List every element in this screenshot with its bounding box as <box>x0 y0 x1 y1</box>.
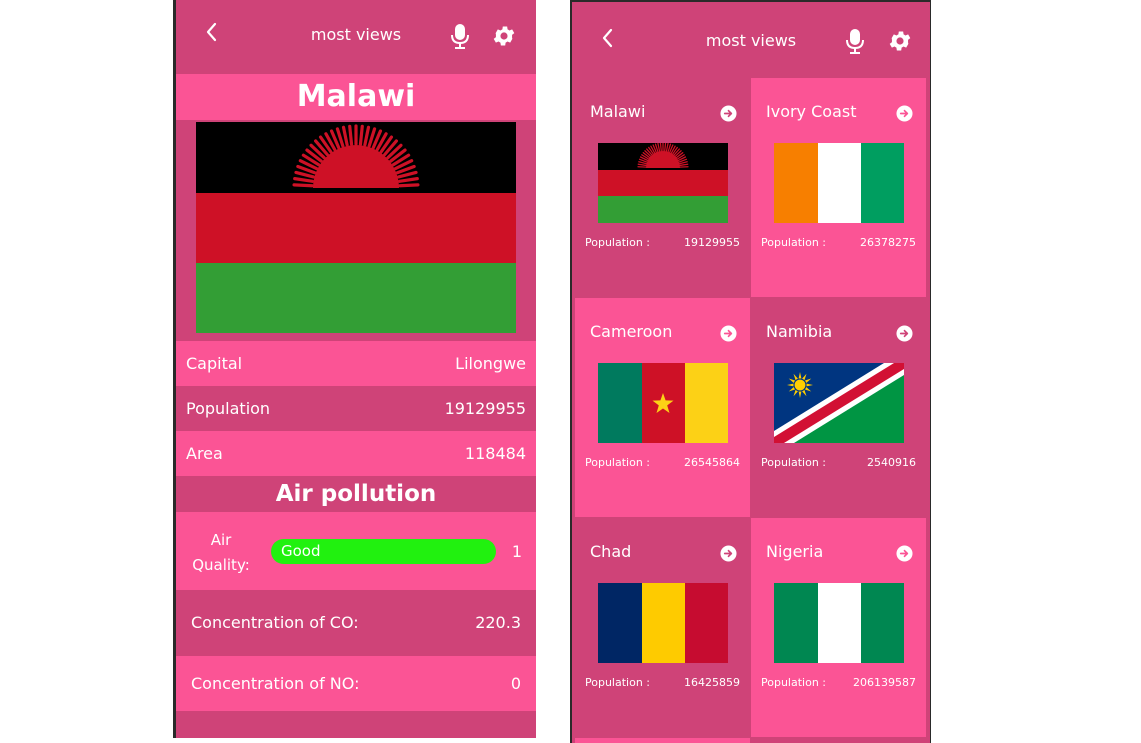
country-card-name: Chad <box>590 542 632 561</box>
concentration-row-partial <box>176 711 536 738</box>
info-row-population: Population 19129955 <box>176 386 536 431</box>
chad-flag-image <box>598 583 728 663</box>
country-card-cameroon[interactable]: Cameroon Population : 26545864 <box>575 298 750 517</box>
country-card-name: Malawi <box>590 102 646 121</box>
country-card-name: Namibia <box>766 322 833 341</box>
country-card-name: Ivory Coast <box>766 102 857 121</box>
arrow-circle-right-icon[interactable] <box>720 325 737 342</box>
arrow-circle-right-icon[interactable] <box>896 325 913 342</box>
country-card-name: Cameroon <box>590 322 673 341</box>
concentration-label: Concentration of CO: <box>191 613 359 632</box>
air-pollution-heading: Air pollution <box>275 481 437 507</box>
arrow-circle-right-icon[interactable] <box>720 105 737 122</box>
nigeria-flag-image <box>774 583 904 663</box>
info-value: Lilongwe <box>455 354 526 373</box>
country-card-namibia[interactable]: Namibia Population : 2540916 <box>751 298 926 517</box>
arrow-circle-right-icon[interactable] <box>896 545 913 562</box>
concentration-value: 0 <box>510 674 521 693</box>
population-value: 2540916 <box>867 456 916 469</box>
page-title: most views <box>705 31 797 50</box>
cameroon-flag-image <box>598 363 728 443</box>
info-label: Capital <box>186 354 243 373</box>
country-card-ivory-coast[interactable]: Ivory Coast Population : 26378275 <box>751 78 926 297</box>
country-card-name: Nigeria <box>766 542 824 561</box>
population-label: Population : <box>585 676 650 689</box>
info-label: Population <box>186 399 271 418</box>
country-detail-screen: most views Malawi Capital Lilongwe Popul… <box>173 0 536 738</box>
arrow-circle-right-icon[interactable] <box>896 105 913 122</box>
country-card-chad[interactable]: Chad Population : 16425859 <box>575 518 750 737</box>
info-value: 19129955 <box>444 399 526 418</box>
country-name-banner: Malawi <box>176 74 536 120</box>
population-value: 19129955 <box>684 236 740 249</box>
malawi-flag-image <box>598 143 728 223</box>
population-value: 26545864 <box>684 456 740 469</box>
country-card-malawi[interactable]: Malawi Population : 19129955 <box>575 78 750 297</box>
air-quality-row: Air Quality: Good 1 <box>176 512 536 590</box>
population-label: Population : <box>585 456 650 469</box>
info-label: Area <box>186 444 223 463</box>
air-quality-label: Air Quality: <box>192 531 250 574</box>
arrow-circle-right-icon[interactable] <box>720 545 737 562</box>
gear-icon[interactable] <box>887 28 913 54</box>
page-title: most views <box>310 25 402 44</box>
concentration-row-co: Concentration of CO: 220.3 <box>176 593 536 653</box>
namibia-flag-image <box>774 363 904 443</box>
info-row-area: Area 118484 <box>176 431 536 476</box>
app-header: most views <box>572 2 930 74</box>
population-label: Population : <box>761 676 826 689</box>
population-value: 26378275 <box>860 236 916 249</box>
concentration-value: 220.3 <box>475 613 521 632</box>
info-value: 118484 <box>464 444 526 463</box>
concentration-label: Concentration of NO: <box>191 674 360 693</box>
ivory-coast-flag-image <box>774 143 904 223</box>
population-label: Population : <box>761 456 826 469</box>
gear-icon[interactable] <box>491 23 517 49</box>
population-label: Population : <box>585 236 650 249</box>
population-label: Population : <box>761 236 826 249</box>
air-quality-status-bar: Good <box>271 539 496 564</box>
population-value: 206139587 <box>853 676 916 689</box>
air-quality-index: 1 <box>511 542 522 561</box>
info-row-capital: Capital Lilongwe <box>176 341 536 386</box>
microphone-icon[interactable] <box>844 27 866 55</box>
country-card-nigeria[interactable]: Nigeria Population : 206139587 <box>751 518 926 737</box>
malawi-flag-image <box>196 122 516 333</box>
concentration-row-no: Concentration of NO: 0 <box>176 656 536 711</box>
microphone-icon[interactable] <box>449 22 471 50</box>
app-header: most views <box>176 0 536 72</box>
population-value: 16425859 <box>684 676 740 689</box>
most-views-list-screen: most views Malawi Population : 19129955 <box>570 0 931 743</box>
next-card-edge <box>575 738 750 743</box>
